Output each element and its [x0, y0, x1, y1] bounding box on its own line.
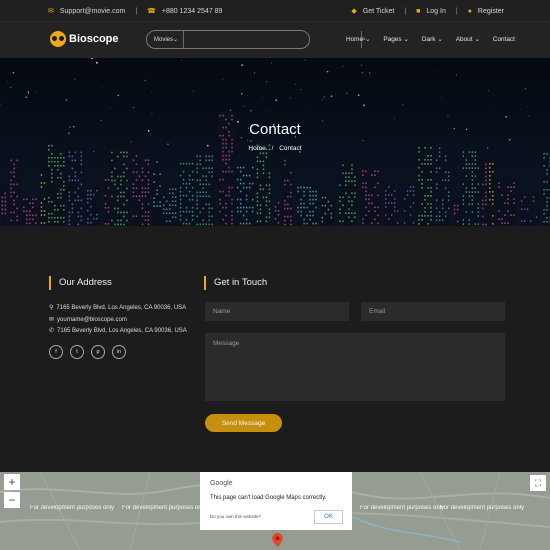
divider: |: [135, 7, 138, 15]
mail-icon: ✉: [48, 8, 54, 15]
dialog-ok-button[interactable]: OK: [314, 510, 343, 524]
nav-pages-label: Pages: [383, 35, 402, 43]
register-link[interactable]: Register: [478, 8, 504, 15]
address-line-1: ⚲ 7165 Beverly Blvd, Los Angeles, CA 900…: [49, 304, 187, 312]
breadcrumb-separator: /: [271, 145, 274, 152]
zoom-in-button[interactable]: +: [4, 474, 20, 490]
form-heading: Get in Touch: [204, 276, 267, 290]
address-line-2: ✆ 7165 Beverly Blvd, Los Angeles, CA 900…: [49, 327, 187, 335]
nav-dark[interactable]: Dark ⌄: [421, 35, 443, 44]
email-field[interactable]: [361, 302, 505, 321]
divider: |: [404, 7, 407, 15]
main-header: Bioscope Movies ⌄ ⌕ Home ⌄ Pages ⌄ Dark ⌄ A…: [0, 22, 550, 58]
contact-section: Our Address ⚲ 7165 Beverly Blvd, Los Ang…: [0, 226, 550, 472]
google-logo: Google: [210, 480, 233, 487]
contact-info: ✉ Support@movie.com | ☎ +880 1234 2547 8…: [48, 7, 223, 16]
page-title: Contact: [249, 121, 301, 138]
nav-home-label: Home: [346, 35, 364, 43]
nav-dark-label: Dark: [421, 35, 436, 43]
map-watermark: For development purposes only: [30, 505, 115, 511]
fullscreen-icon[interactable]: ⛶: [530, 475, 546, 491]
chevron-down-icon: ⌄: [474, 36, 480, 43]
chevron-down-icon: ⌄: [437, 36, 443, 43]
support-phone[interactable]: +880 1234 2547 89: [162, 8, 223, 15]
get-ticket-link[interactable]: Get Ticket: [363, 8, 395, 15]
map-pin-icon[interactable]: [272, 533, 283, 547]
nav-contact-label: Contact: [492, 35, 515, 43]
chevron-down-icon: ⌄: [365, 36, 371, 43]
top-bar: ✉ Support@movie.com | ☎ +880 1234 2547 8…: [0, 0, 550, 22]
search-input[interactable]: [184, 31, 363, 48]
chevron-down-icon: ⌄: [173, 37, 179, 43]
search-category-select[interactable]: Movies ⌄: [147, 31, 185, 48]
account-links: ◆ Get Ticket | ■ Log In | ● Register: [351, 7, 504, 16]
name-field[interactable]: [205, 302, 349, 321]
nav-pages[interactable]: Pages ⌄: [383, 35, 409, 44]
dialog-own-link[interactable]: Do you own this website?: [210, 514, 261, 519]
search-category-label: Movies: [154, 36, 174, 43]
address-email-text[interactable]: yourname@bioscope.com: [57, 317, 127, 323]
logo-text: Bioscope: [69, 33, 119, 45]
nav-about-label: About: [455, 35, 473, 43]
dialog-message: This page can't load Google Maps correct…: [210, 495, 327, 501]
map-marker-icon: ⚲: [49, 305, 54, 311]
chevron-down-icon: ⌄: [403, 36, 409, 43]
facebook-icon[interactable]: f: [49, 345, 63, 359]
breadcrumb-home[interactable]: Home: [248, 145, 265, 152]
city-skyline-background: [0, 58, 550, 226]
logo-icon: [50, 31, 66, 47]
breadcrumb-current: Contact: [279, 145, 302, 152]
message-field[interactable]: [205, 333, 505, 401]
map-error-dialog: Google This page can't load Google Maps …: [200, 472, 352, 530]
social-links: f t p in: [49, 345, 126, 359]
nav-home[interactable]: Home ⌄: [346, 35, 371, 44]
pinterest-icon[interactable]: p: [91, 345, 105, 359]
user-icon: ●: [467, 7, 472, 15]
support-email[interactable]: Support@movie.com: [60, 8, 125, 15]
address-heading: Our Address: [49, 276, 112, 290]
envelope-icon: ✉: [49, 317, 55, 323]
search-bar: Movies ⌄ ⌕: [146, 30, 366, 49]
main-nav: Home ⌄ Pages ⌄ Dark ⌄ About ⌄ Contact: [346, 35, 515, 44]
map-watermark: For development purposes only: [440, 505, 525, 511]
map-embed[interactable]: For development purposes only For develo…: [0, 472, 550, 550]
map-watermark: For development purposes only: [360, 505, 445, 511]
send-message-button[interactable]: Send Message: [205, 414, 282, 432]
divider: |: [455, 7, 458, 15]
linkedin-icon[interactable]: in: [112, 345, 126, 359]
lock-icon: ■: [416, 7, 421, 15]
address-line-1-text: 7165 Beverly Blvd, Los Angeles, CA 90036…: [56, 304, 187, 311]
phone-icon: ☎: [147, 8, 156, 15]
login-link[interactable]: Log In: [426, 8, 445, 15]
address-line-2-text: 7165 Beverly Blvd, Los Angeles, CA 90036…: [57, 327, 187, 334]
twitter-icon[interactable]: t: [70, 345, 84, 359]
map-watermark: For development purposes only: [122, 505, 207, 511]
phone-icon: ✆: [49, 328, 55, 334]
nav-about[interactable]: About ⌄: [455, 35, 480, 44]
address-email: ✉ yourname@bioscope.com: [49, 316, 127, 324]
nav-contact[interactable]: Contact: [493, 35, 515, 43]
ticket-icon: ◆: [351, 8, 357, 15]
page-hero: Contact Home / Contact: [0, 58, 550, 226]
logo[interactable]: Bioscope: [50, 31, 119, 47]
zoom-out-button[interactable]: −: [4, 492, 20, 508]
breadcrumb: Home / Contact: [0, 145, 550, 152]
